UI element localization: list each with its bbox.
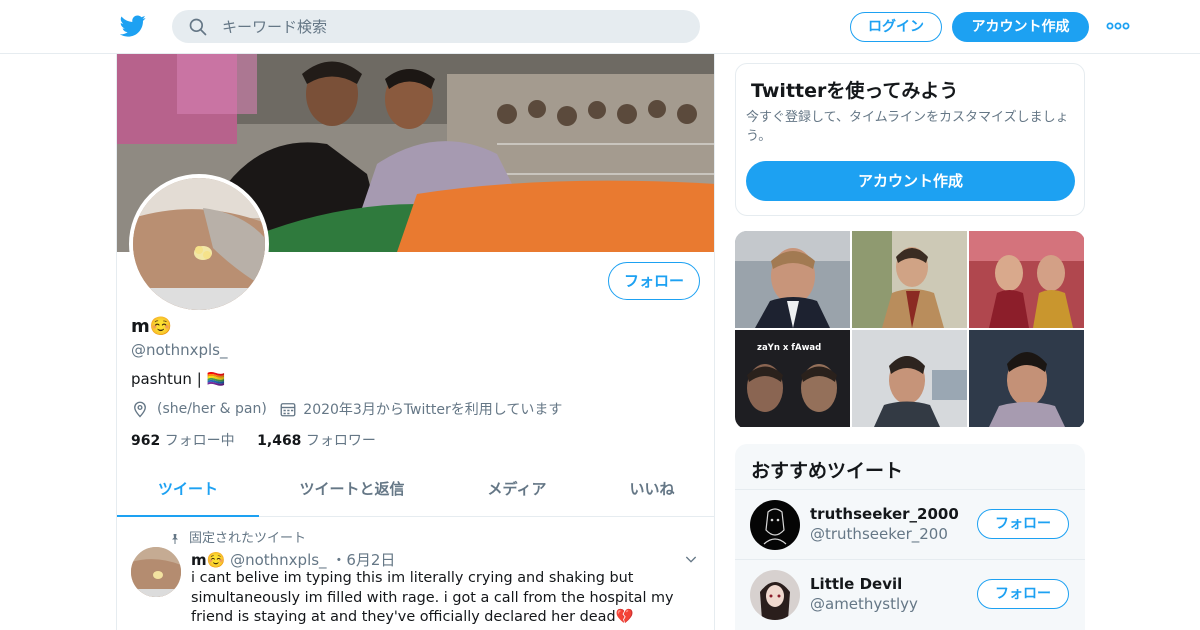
recommended-title: おすすめツイート bbox=[751, 460, 904, 482]
twitter-bird-icon[interactable] bbox=[120, 13, 146, 39]
recommended-user-handle[interactable]: @truthseeker_200 bbox=[810, 525, 948, 543]
recommended-tweets-card: おすすめツイート truthseeker_2000 @truthseeker_2… bbox=[735, 444, 1085, 630]
recommended-user-handle[interactable]: @amethystlyy bbox=[810, 595, 918, 613]
more-dots-icon[interactable] bbox=[1106, 16, 1130, 36]
recommended-user[interactable]: truthseeker_2000 @truthseeker_200 フォロー bbox=[735, 489, 1085, 559]
tweet-avatar[interactable] bbox=[131, 547, 181, 597]
signup-button[interactable]: アカウント作成 bbox=[952, 12, 1089, 42]
chevron-down-icon[interactable] bbox=[683, 551, 699, 567]
pinned-indicator: 固定されたツイート bbox=[169, 527, 306, 546]
follow-button[interactable]: フォロー bbox=[608, 262, 700, 300]
search-box[interactable] bbox=[172, 10, 700, 43]
following-count: 962 bbox=[131, 433, 161, 449]
login-button[interactable]: ログイン bbox=[850, 12, 942, 42]
profile-meta: (she/her & pan) 2020年3月からTwitterを利用しています bbox=[131, 399, 562, 419]
calendar-icon bbox=[280, 403, 296, 417]
profile-joined-date: 2020年3月からTwitterを利用しています bbox=[303, 402, 563, 418]
pinned-tweet[interactable]: 固定されたツイート m☺️ @nothnxpls_ ・6月2日 i cant b… bbox=[117, 517, 714, 630]
followers-label: フォロワー bbox=[305, 433, 376, 449]
tab-tweets-and-replies[interactable]: ツイートと返信 bbox=[277, 464, 427, 517]
followers-link[interactable]: 1,468 フォロワー bbox=[257, 433, 376, 449]
tweet-author-handle[interactable]: @nothnxpls_ bbox=[230, 551, 326, 569]
tweet-author-name[interactable]: m☺️ bbox=[191, 551, 225, 569]
recommended-user-avatar[interactable] bbox=[750, 500, 800, 550]
search-icon bbox=[189, 18, 207, 36]
pinned-label: 固定されたツイート bbox=[189, 531, 307, 546]
media-thumbnail[interactable] bbox=[735, 231, 850, 328]
following-label: フォロー中 bbox=[164, 433, 235, 449]
profile-avatar[interactable] bbox=[129, 174, 269, 314]
follow-button[interactable]: フォロー bbox=[977, 579, 1069, 609]
profile-location: (she/her & pan) bbox=[157, 401, 267, 417]
media-thumbnail[interactable] bbox=[852, 231, 967, 328]
promo-description: 今すぐ登録して、タイムラインをカスタマイズしましょう。 bbox=[746, 110, 1069, 144]
signup-promo-card: Twitterを使ってみよう 今すぐ登録して、タイムラインをカスタマイズしましょ… bbox=[735, 63, 1085, 216]
follow-button[interactable]: フォロー bbox=[977, 509, 1069, 539]
location-pin-icon bbox=[134, 401, 146, 418]
pin-icon bbox=[172, 533, 178, 544]
media-thumbnail[interactable]: zaYn x fAwad bbox=[735, 330, 850, 427]
media-thumbnail[interactable] bbox=[852, 330, 967, 427]
recommended-user-name[interactable]: truthseeker_2000 bbox=[810, 505, 959, 523]
profile-bio: pashtun | 🏳️‍🌈 bbox=[131, 370, 226, 388]
recommended-user-avatar[interactable] bbox=[750, 570, 800, 620]
recommended-user[interactable]: Little Devil @amethystlyy フォロー bbox=[735, 559, 1085, 629]
tab-media[interactable]: メディア bbox=[457, 464, 577, 517]
media-thumbnail[interactable] bbox=[969, 231, 1084, 328]
media-caption: zaYn x fAwad bbox=[757, 343, 821, 353]
recommended-user-name[interactable]: Little Devil bbox=[810, 575, 902, 593]
tab-tweets[interactable]: ツイート bbox=[117, 464, 259, 517]
following-link[interactable]: 962 フォロー中 bbox=[131, 433, 235, 449]
profile-handle[interactable]: @nothnxpls_ bbox=[131, 341, 227, 359]
media-thumbnail[interactable] bbox=[969, 330, 1084, 427]
tweet-text: i cant belive im typing this im literall… bbox=[191, 570, 674, 625]
tab-likes[interactable]: いいね bbox=[597, 464, 707, 517]
promo-signup-button[interactable]: アカウント作成 bbox=[746, 161, 1075, 201]
profile-name: m☺️ bbox=[131, 316, 173, 337]
profile-tabs: ツイート ツイートと返信 メディア いいね bbox=[117, 464, 714, 517]
tweet-date[interactable]: ・6月2日 bbox=[331, 551, 395, 569]
followers-count: 1,468 bbox=[257, 433, 302, 449]
promo-title: Twitterを使ってみよう bbox=[751, 80, 959, 102]
tweet-header: m☺️ @nothnxpls_ ・6月2日 bbox=[191, 549, 395, 570]
search-input[interactable] bbox=[222, 10, 682, 43]
profile-stats: 962 フォロー中 1,468 フォロワー bbox=[131, 430, 376, 450]
profile-column: フォロー m☺️ @nothnxpls_ pashtun | 🏳️‍🌈 (she… bbox=[116, 54, 715, 630]
media-grid: zaYn x fAwad bbox=[735, 231, 1085, 429]
top-navigation-bar: ログイン アカウント作成 bbox=[0, 0, 1200, 54]
